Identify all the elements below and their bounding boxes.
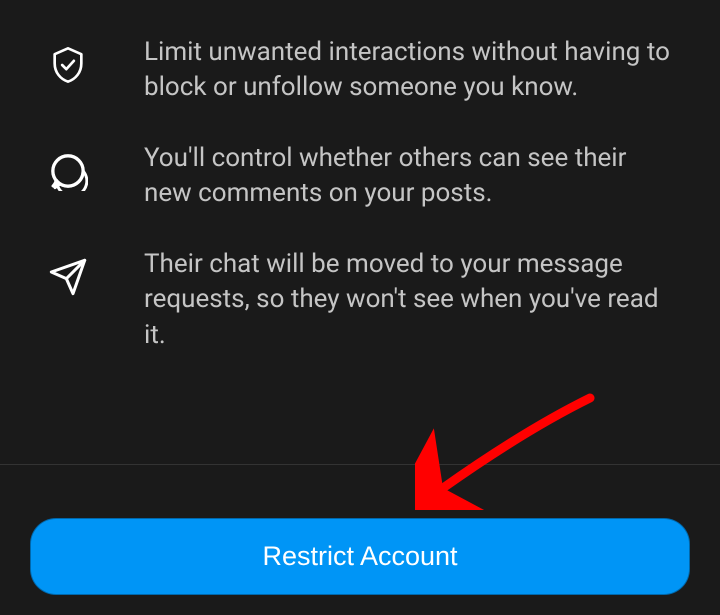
info-row-shield: Limit unwanted interactions without havi… xyxy=(48,35,690,105)
info-row-send: Their chat will be moved to your message… xyxy=(48,247,690,352)
footer: Restrict Account xyxy=(30,518,690,595)
info-row-comment: You'll control whether others can see th… xyxy=(48,141,690,211)
send-icon xyxy=(48,247,96,297)
restrict-account-button[interactable]: Restrict Account xyxy=(30,518,690,595)
comment-icon xyxy=(48,141,96,191)
divider xyxy=(0,464,720,465)
info-text-shield: Limit unwanted interactions without havi… xyxy=(96,35,690,105)
shield-check-icon xyxy=(48,35,96,85)
info-text-comment: You'll control whether others can see th… xyxy=(96,141,690,211)
restrict-info-panel: Limit unwanted interactions without havi… xyxy=(0,0,720,353)
info-text-send: Their chat will be moved to your message… xyxy=(96,247,690,352)
annotation-arrow xyxy=(415,390,615,514)
